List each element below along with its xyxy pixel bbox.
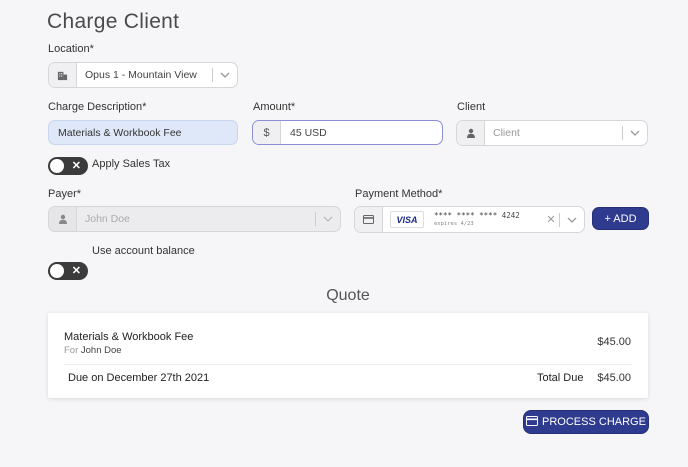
divider	[64, 364, 632, 365]
location-value: Opus 1 - Mountain View	[85, 69, 197, 81]
process-charge-button[interactable]: PROCESS CHARGE	[523, 410, 649, 434]
chevron-down-icon[interactable]	[316, 214, 340, 224]
location-select[interactable]: Opus 1 - Mountain View	[48, 62, 238, 88]
due-date: Due on December 27th 2021	[68, 372, 210, 384]
account-balance-toggle[interactable]: ✕	[48, 262, 88, 280]
client-select[interactable]: Client	[456, 120, 648, 146]
charge-description-label: Charge Description*	[48, 101, 147, 113]
card-number: **** **** **** 4242	[434, 210, 520, 220]
payment-method-label: Payment Method*	[355, 188, 443, 200]
quote-item-name: Materials & Workbook Fee	[64, 331, 194, 343]
chevron-down-icon[interactable]	[213, 70, 237, 80]
amount-label: Amount*	[253, 101, 296, 113]
client-label: Client	[457, 101, 486, 113]
payer-value: John Doe	[85, 213, 130, 225]
page-title: Charge Client	[47, 10, 180, 33]
credit-card-icon	[355, 207, 383, 232]
quote-item-for: For John Doe	[64, 345, 122, 356]
quote-card: Materials & Workbook Fee For John Doe $4…	[48, 313, 648, 398]
quote-item-price: $45.00	[597, 336, 631, 348]
credit-card-icon	[526, 415, 539, 429]
payer-select[interactable]: John Doe	[48, 206, 341, 232]
payment-method-select[interactable]: VISA **** **** **** 4242 expires 4/23 ✕	[354, 206, 585, 233]
account-balance-label: Use account balance	[92, 245, 195, 257]
charge-description-input[interactable]: Materials & Workbook Fee	[48, 120, 238, 145]
building-icon	[49, 63, 77, 87]
visa-logo: VISA	[390, 211, 424, 228]
process-charge-label: PROCESS CHARGE	[542, 416, 646, 428]
sales-tax-label: Apply Sales Tax	[92, 158, 171, 170]
location-label: Location*	[48, 43, 94, 55]
card-expiry: expires 4/23	[434, 221, 474, 227]
close-icon: ✕	[71, 265, 81, 277]
toggle-knob	[50, 159, 64, 173]
close-icon: ✕	[71, 160, 81, 172]
payer-label: Payer*	[48, 188, 82, 200]
for-prefix: For	[64, 345, 79, 356]
clear-icon[interactable]: ✕	[543, 213, 559, 226]
total-due-label: Total Due	[537, 372, 584, 384]
quote-heading: Quote	[326, 287, 370, 304]
toggle-knob	[50, 264, 64, 278]
for-name: John Doe	[80, 345, 122, 356]
add-payment-button[interactable]: + ADD	[592, 207, 649, 230]
total-due-value: $45.00	[597, 372, 631, 384]
sales-tax-toggle[interactable]: ✕	[48, 157, 88, 175]
dollar-prefix: $	[253, 121, 281, 144]
user-icon	[457, 121, 485, 145]
chevron-down-icon[interactable]	[623, 128, 647, 138]
amount-input[interactable]: $ 45 USD	[252, 120, 443, 145]
client-placeholder: Client	[493, 127, 520, 139]
amount-value: 45 USD	[290, 126, 327, 139]
chevron-down-icon[interactable]	[560, 215, 584, 225]
user-icon	[49, 207, 77, 231]
